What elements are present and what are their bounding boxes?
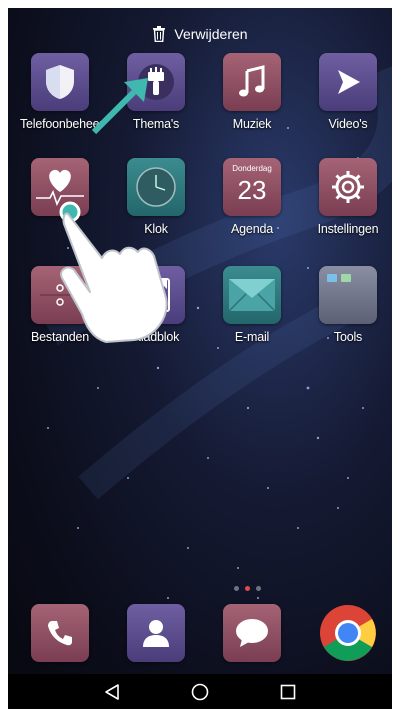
messages-icon xyxy=(223,604,281,662)
recents-icon[interactable] xyxy=(280,684,296,700)
app-label: Video's xyxy=(328,117,368,131)
calendar-icon: Donderdag 23 xyxy=(223,158,281,216)
shield-icon xyxy=(31,53,89,111)
back-icon[interactable] xyxy=(104,683,120,701)
app-telefoonbeheer[interactable]: Telefoonbeheer xyxy=(20,53,104,131)
gear-icon xyxy=(319,158,377,216)
dock-phone[interactable] xyxy=(20,604,100,662)
app-tools-folder[interactable]: Tools xyxy=(308,266,388,344)
music-note-icon xyxy=(223,53,281,111)
app-kladblok[interactable]: Kladblok xyxy=(116,266,196,344)
app-label: Telefoonbeheer xyxy=(20,117,104,131)
paintbrush-icon xyxy=(127,53,185,111)
delete-drop-target[interactable]: Verwijderen xyxy=(8,20,392,48)
home-screen: Verwijderen Telefoonbeheer Thema's Muzie… xyxy=(8,8,392,709)
files-icon xyxy=(31,266,89,324)
app-label: Tools xyxy=(333,330,363,344)
app-klok[interactable]: Klok xyxy=(116,158,196,236)
app-label: Instellingen xyxy=(317,222,379,236)
contacts-icon xyxy=(127,604,185,662)
app-email[interactable]: E-mail xyxy=(212,266,292,344)
page-indicator-dot xyxy=(256,586,261,591)
notepad-icon xyxy=(127,266,185,324)
home-icon[interactable] xyxy=(191,683,209,701)
app-label: Muziek xyxy=(232,117,272,131)
app-themas[interactable]: Thema's xyxy=(116,53,196,131)
health-heart-icon xyxy=(31,158,89,216)
app-bestanden[interactable]: Bestanden xyxy=(20,266,100,344)
app-muziek[interactable]: Muziek xyxy=(212,53,292,131)
dock-chrome[interactable] xyxy=(308,604,388,662)
dock xyxy=(8,604,392,674)
calendar-weekday: Donderdag xyxy=(232,164,272,173)
app-label: Kladblok xyxy=(132,330,180,344)
app-label: Thema's xyxy=(132,117,180,131)
delete-label: Verwijderen xyxy=(174,26,248,42)
envelope-icon xyxy=(223,266,281,324)
app-health[interactable] xyxy=(20,158,100,222)
app-agenda[interactable]: Donderdag 23 Agenda xyxy=(212,158,292,236)
page-indicator-dot xyxy=(234,586,239,591)
calendar-day: 23 xyxy=(237,175,267,205)
app-label: Agenda xyxy=(231,222,273,236)
navigation-bar xyxy=(8,674,392,709)
page-indicator-dot-active xyxy=(245,586,250,591)
app-instellingen[interactable]: Instellingen xyxy=(308,158,388,236)
chrome-icon xyxy=(319,604,377,662)
trash-icon xyxy=(153,26,166,42)
phone-icon xyxy=(31,604,89,662)
dock-messages[interactable] xyxy=(212,604,292,662)
app-label: E-mail xyxy=(234,330,270,344)
app-videos[interactable]: Video's xyxy=(308,53,388,131)
app-label: Bestanden xyxy=(31,330,89,344)
play-icon xyxy=(319,53,377,111)
app-label: Klok xyxy=(144,222,168,236)
clock-icon xyxy=(127,158,185,216)
dock-contacts[interactable] xyxy=(116,604,196,662)
folder-icon xyxy=(319,266,377,324)
